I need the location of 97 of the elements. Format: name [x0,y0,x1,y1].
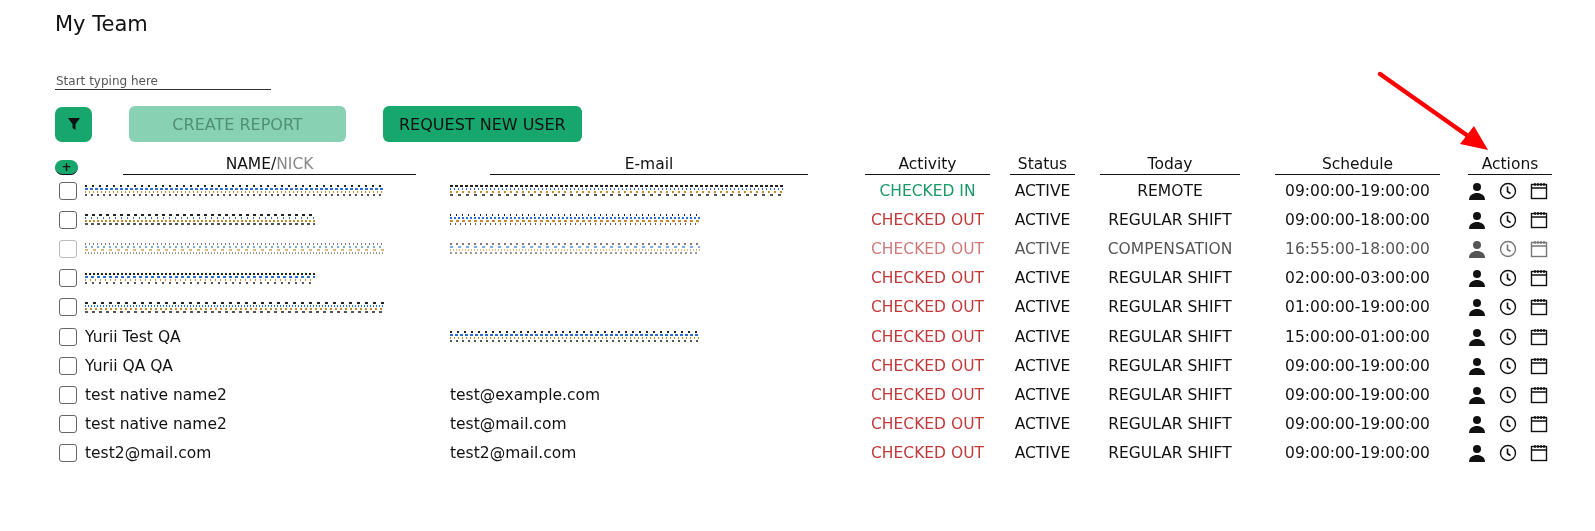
schedule-text: 09:00:00-19:00:00 [1285,356,1430,375]
activity-text: CHECKED OUT [871,269,984,288]
activity-text: CHECKED OUT [871,444,984,463]
clock-icon[interactable] [1499,269,1517,288]
schedule-text: 01:00:00-19:00:00 [1285,298,1430,317]
column-header: Actions [1468,155,1552,175]
calendar-icon[interactable] [1530,181,1548,200]
name-text: Yurii QA QA [85,356,173,375]
person-icon[interactable] [1468,210,1486,229]
schedule-text: 02:00:00-03:00:00 [1285,269,1430,288]
name-text: Yurii Test QA [85,327,181,346]
status-text: ACTIVE [1014,210,1071,229]
status-text: ACTIVE [1014,385,1071,404]
schedule-text: 09:00:00-19:00:00 [1285,415,1430,434]
checkbox[interactable] [59,415,77,434]
clock-icon[interactable] [1499,181,1517,200]
clock-icon[interactable] [1499,210,1517,229]
status-text: ACTIVE [1014,327,1071,346]
column-header: Activity [865,155,990,175]
clock-icon[interactable] [1499,327,1517,346]
status-text: ACTIVE [1014,239,1071,258]
name-text: test2@mail.com [85,444,212,463]
search-field[interactable]: Start typing here [55,74,271,90]
filter-button[interactable] [55,106,92,142]
clock-icon[interactable] [1499,298,1517,317]
name-text: test native name2 [85,385,227,404]
filter-icon [66,117,81,131]
today-text: REGULAR SHIFT [1108,444,1232,463]
activity-text: CHECKED OUT [871,356,984,375]
today-text: REGULAR SHIFT [1108,269,1232,288]
status-text: ACTIVE [1014,181,1071,200]
schedule-text: 09:00:00-19:00:00 [1285,181,1430,200]
checkbox[interactable] [59,269,77,288]
status-text: ACTIVE [1014,444,1071,463]
column-header: Status [1010,155,1075,175]
schedule-text: 15:00:00-01:00:00 [1285,327,1430,346]
name-text: test native name2 [85,415,227,434]
person-icon[interactable] [1468,415,1486,434]
checkbox[interactable] [59,385,77,404]
today-text: REGULAR SHIFT [1108,356,1232,375]
activity-text: CHECKED OUT [871,239,984,258]
today-text: COMPENSATION [1107,239,1233,258]
checkbox[interactable] [59,327,77,346]
email-text: test2@mail.com [450,444,577,463]
activity-text: CHECKED OUT [871,210,984,229]
activity-text: CHECKED OUT [871,298,984,317]
person-icon[interactable] [1468,181,1486,200]
person-icon[interactable] [1468,298,1486,317]
request-user-button[interactable]: REQUEST NEW USER [383,106,582,142]
column-header: Today [1100,155,1240,175]
page-title: My Team [55,12,149,36]
person-icon[interactable] [1468,327,1486,346]
calendar-icon[interactable] [1530,298,1548,317]
person-icon[interactable] [1468,385,1486,404]
today-text: REGULAR SHIFT [1108,298,1232,317]
calendar-icon[interactable] [1530,269,1548,288]
schedule-text: 09:00:00-18:00:00 [1285,210,1430,229]
clock-icon[interactable] [1499,356,1517,375]
activity-text: CHECKED OUT [871,415,984,434]
status-text: ACTIVE [1014,356,1071,375]
activity-text: CHECKED OUT [871,327,984,346]
today-text: REGULAR SHIFT [1108,415,1232,434]
schedule-text: 09:00:00-19:00:00 [1285,385,1430,404]
column-header: NAME/NICK [123,155,416,175]
clock-icon[interactable] [1499,385,1517,404]
checkbox[interactable] [59,181,77,200]
status-text: ACTIVE [1014,298,1071,317]
activity-text: CHECKED IN [879,181,976,200]
calendar-icon[interactable] [1530,327,1548,346]
clock-icon[interactable] [1499,444,1517,463]
checkbox[interactable] [59,298,77,317]
clock-icon[interactable] [1499,415,1517,434]
calendar-icon[interactable] [1530,415,1548,434]
checkbox[interactable] [59,444,77,463]
checkbox[interactable] [59,356,77,375]
today-text: REGULAR SHIFT [1108,210,1232,229]
schedule-text: 16:55:00-18:00:00 [1285,239,1430,258]
checkbox[interactable] [59,210,77,229]
schedule-text: 09:00:00-19:00:00 [1285,444,1430,463]
person-icon[interactable] [1468,356,1486,375]
calendar-icon[interactable] [1530,444,1548,463]
activity-text: CHECKED OUT [871,385,984,404]
today-text: REGULAR SHIFT [1108,385,1232,404]
status-text: ACTIVE [1014,269,1071,288]
person-icon[interactable] [1468,269,1486,288]
email-text: test@example.com [450,385,600,404]
today-text: REMOTE [1137,181,1203,200]
email-text: test@mail.com [450,415,567,434]
calendar-icon[interactable] [1530,385,1548,404]
column-header: E-mail [490,155,808,175]
status-text: ACTIVE [1014,415,1071,434]
calendar-icon[interactable] [1530,210,1548,229]
calendar-icon[interactable] [1530,356,1548,375]
person-icon[interactable] [1468,444,1486,463]
column-header: Schedule [1275,155,1440,175]
add-button[interactable]: + [55,159,78,175]
today-text: REGULAR SHIFT [1108,327,1232,346]
